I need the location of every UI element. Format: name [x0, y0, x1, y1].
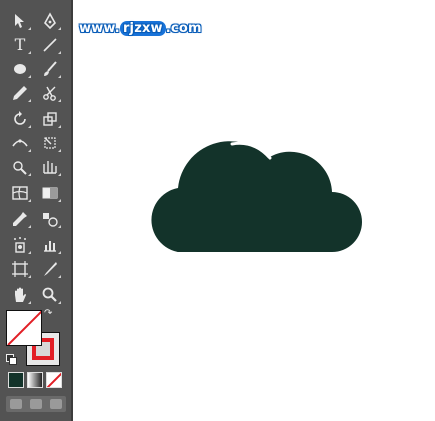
width-icon	[12, 139, 28, 147]
rotate-icon	[14, 111, 26, 125]
selection-tool[interactable]	[8, 10, 32, 32]
gradient-tool[interactable]	[38, 182, 62, 204]
draw-inside-icon[interactable]	[50, 399, 62, 409]
blend-icon	[43, 213, 58, 227]
pencil-tool[interactable]	[8, 82, 32, 104]
artboard-icon	[12, 261, 28, 277]
swap-fill-stroke-icon[interactable]: ↷	[44, 308, 52, 319]
shape-builder-tool[interactable]	[8, 156, 32, 178]
cloud-shape[interactable]	[151, 141, 362, 252]
watermark-highlight: rjzxw	[119, 20, 166, 36]
tools-panel: T ↷	[0, 0, 73, 421]
scale-tool[interactable]	[38, 108, 62, 130]
type-tool[interactable]: T	[8, 34, 32, 56]
ellipse-tool[interactable]	[8, 58, 32, 80]
brush-tool[interactable]	[38, 58, 62, 80]
screen-mode-icon[interactable]	[30, 399, 42, 409]
gradient-icon	[42, 187, 58, 199]
color-mode-button[interactable]	[8, 372, 24, 388]
width-tool[interactable]	[8, 132, 32, 154]
scale-icon	[43, 112, 57, 126]
hand-tool[interactable]	[8, 284, 32, 306]
watermark-suffix: .com	[165, 20, 202, 36]
graph-icon	[44, 241, 56, 252]
shape-builder-icon	[13, 161, 27, 175]
zoom-tool[interactable]	[38, 284, 62, 306]
tools-panel-edge	[71, 0, 73, 421]
hand-icon	[15, 287, 26, 302]
fill-swatch[interactable]	[6, 310, 42, 346]
fill-stroke-swatches: ↷	[6, 308, 62, 368]
ellipse-icon	[14, 64, 26, 74]
brush-icon	[44, 61, 57, 76]
line-icon	[43, 38, 57, 52]
slice-icon	[44, 262, 57, 276]
pen-icon	[44, 12, 56, 30]
cloud-icon[interactable]	[150, 130, 362, 252]
eyedropper-tool[interactable]	[8, 208, 32, 230]
free-transform-tool[interactable]	[38, 132, 62, 154]
scissors-tool[interactable]	[38, 82, 62, 104]
mesh-icon	[12, 186, 28, 200]
draw-normal-icon[interactable]	[10, 399, 22, 409]
default-fill-stroke-icon[interactable]	[6, 354, 17, 365]
drawing-mode-row	[6, 396, 66, 412]
artboard-tool[interactable]	[8, 258, 32, 280]
blend-tool[interactable]	[38, 208, 62, 230]
text-icon: T	[14, 35, 26, 54]
scissors-icon	[43, 86, 56, 101]
gradient-mode-button[interactable]	[27, 372, 43, 388]
none-mode-button[interactable]	[46, 372, 62, 388]
rotate-tool[interactable]	[8, 108, 32, 130]
mesh-tool[interactable]	[8, 182, 32, 204]
free-transform-icon	[44, 137, 56, 149]
watermark-logo: www. rjzxw .com	[71, 18, 210, 38]
perspective-grid-tool[interactable]	[38, 156, 62, 178]
symbol-sprayer-tool[interactable]	[8, 234, 32, 256]
graph-tool[interactable]	[38, 234, 62, 256]
arrow-icon	[15, 14, 24, 28]
pen-tool[interactable]	[38, 10, 62, 32]
perspective-icon	[43, 161, 57, 174]
line-tool[interactable]	[38, 34, 62, 56]
eyedropper-icon	[13, 212, 27, 226]
watermark-prefix: www.	[79, 20, 120, 36]
zoom-icon	[42, 287, 57, 302]
symbol-sprayer-icon	[14, 237, 26, 253]
pencil-icon	[13, 86, 27, 100]
color-mode-row	[8, 372, 64, 388]
slice-tool[interactable]	[38, 258, 62, 280]
